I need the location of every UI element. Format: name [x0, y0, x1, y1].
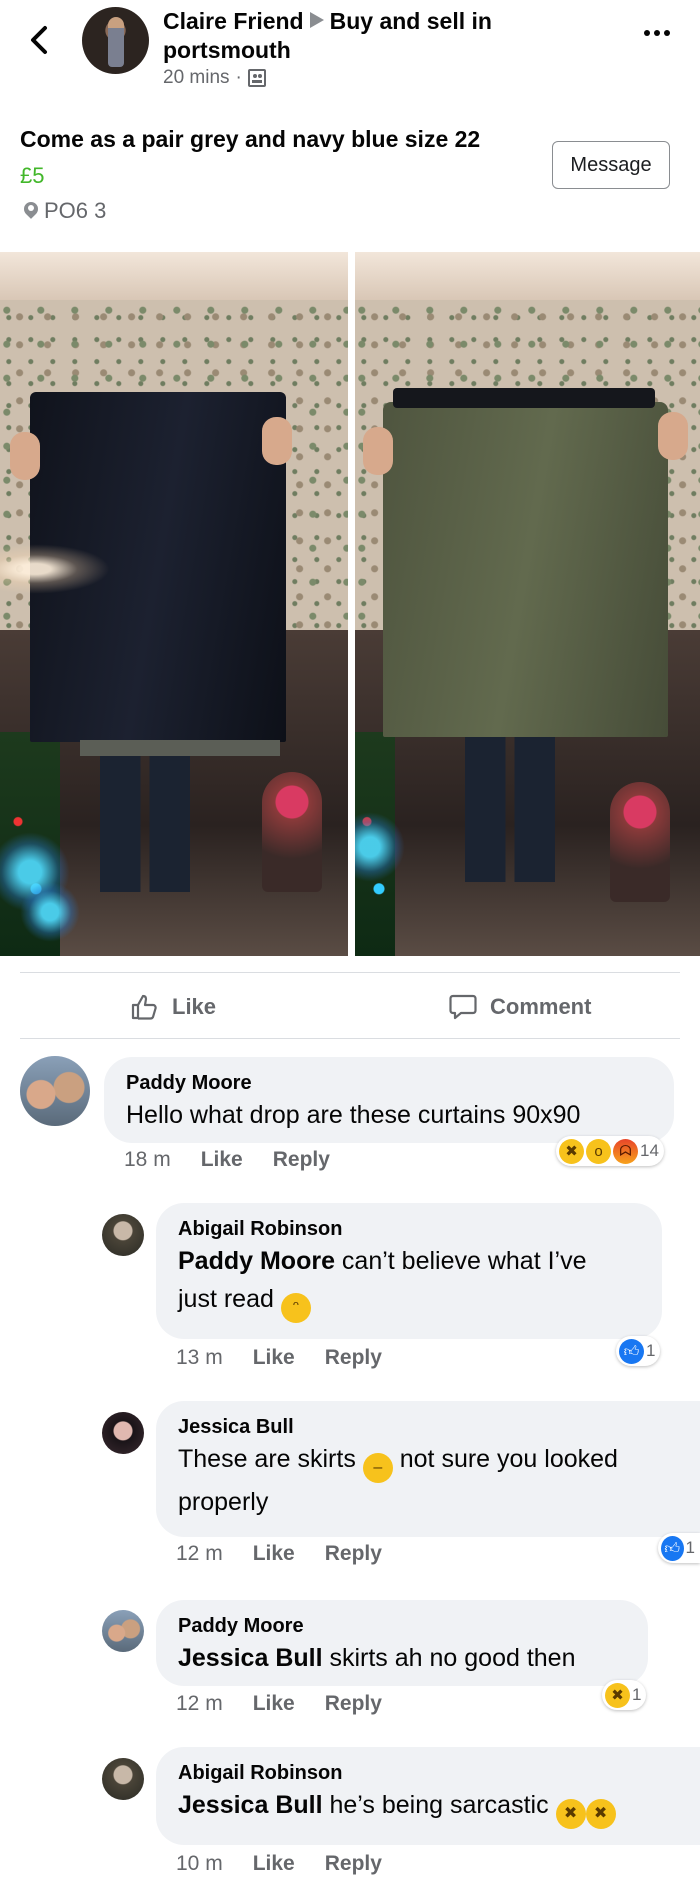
comment-meta: 12 m Like Reply — [176, 1692, 382, 1716]
post-header: Claire Friend Buy and sell in portsmouth … — [0, 0, 700, 110]
comment-bubble: Abigail Robinson Jessica Bull he’s being… — [156, 1747, 700, 1845]
comment-bubble: Jessica Bull These are skirts – not sure… — [156, 1401, 700, 1537]
commenter-avatar[interactable] — [20, 1056, 90, 1126]
comment-reply-button[interactable]: Reply — [325, 1346, 382, 1370]
commenter-avatar[interactable] — [102, 1610, 144, 1652]
laugh-emoji-icon: ✖ — [605, 1682, 630, 1708]
reaction-summary[interactable]: 👍︎ 1 — [658, 1533, 700, 1563]
reaction-summary[interactable]: ✖ 1 — [602, 1680, 647, 1710]
reaction-count: 1 — [632, 1685, 642, 1704]
comment-reply-button[interactable]: Reply — [325, 1692, 382, 1716]
poster-avatar[interactable] — [82, 7, 149, 74]
dot-icon — [644, 30, 650, 36]
comment-time: 13 m — [176, 1346, 223, 1369]
comment-time: 12 m — [176, 1542, 223, 1565]
comment-meta: 18 m Like Reply — [124, 1148, 330, 1172]
comment-like-button[interactable]: Like — [253, 1692, 295, 1716]
comment-meta: 10 m Like Reply — [176, 1852, 382, 1876]
comment-author[interactable]: Jessica Bull — [178, 1414, 678, 1440]
comment-author[interactable]: Abigail Robinson — [178, 1216, 640, 1242]
dot-icon — [654, 30, 660, 36]
listing-title: Come as a pair grey and navy blue size 2… — [20, 126, 481, 152]
comment-time: 12 m — [176, 1692, 223, 1715]
triangle-right-icon — [309, 12, 324, 28]
photo-navy-skirt[interactable] — [0, 252, 348, 956]
commenter-avatar[interactable] — [102, 1412, 144, 1454]
back-button[interactable] — [24, 22, 54, 58]
speech-bubble-icon — [449, 994, 477, 1020]
comment-author[interactable]: Paddy Moore — [126, 1070, 652, 1096]
mention-link[interactable]: Jessica Bull — [178, 1791, 323, 1819]
comment-text: just read ᵔ — [178, 1280, 640, 1323]
listing-photos — [0, 252, 700, 956]
comment-text: Hello what drop are these curtains 90x90 — [126, 1101, 581, 1129]
like-label: Like — [172, 994, 217, 1019]
comment-meta: 13 m Like Reply — [176, 1346, 382, 1370]
mention-link[interactable]: Paddy Moore — [178, 1247, 335, 1275]
photo-grey-skirt[interactable] — [355, 252, 700, 956]
comment-text: Paddy Moore can’t believe what I’ve — [178, 1247, 587, 1275]
reaction-count: 14 — [640, 1141, 659, 1160]
divider — [20, 1038, 680, 1039]
comment-bubble: Abigail Robinson Paddy Moore can’t belie… — [156, 1203, 662, 1339]
comment-reply-button[interactable]: Reply — [325, 1542, 382, 1566]
poster-name[interactable]: Claire Friend — [163, 8, 304, 34]
comment-label: Comment — [490, 994, 592, 1019]
commenter-avatar[interactable] — [102, 1758, 144, 1800]
comment-like-button[interactable]: Like — [201, 1148, 243, 1172]
message-button[interactable]: Message — [552, 141, 670, 189]
post-title-line: Claire Friend Buy and sell in portsmouth — [163, 7, 623, 65]
location-text: PO6 3 — [44, 198, 107, 223]
reaction-count: 1 — [646, 1341, 656, 1360]
comment-author[interactable]: Abigail Robinson — [178, 1760, 678, 1786]
listing-location: PO6 3 — [24, 198, 106, 224]
commenter-avatar[interactable] — [102, 1214, 144, 1256]
chevron-left-icon — [31, 26, 47, 54]
comment-like-button[interactable]: Like — [253, 1346, 295, 1370]
like-button[interactable]: Like — [130, 990, 216, 1024]
comment-time: 10 m — [176, 1852, 223, 1875]
comment-reply-button[interactable]: Reply — [273, 1148, 330, 1172]
reaction-summary[interactable]: 👍︎ 1 — [616, 1336, 661, 1366]
mention-link[interactable]: Jessica Bull — [178, 1644, 323, 1672]
comment-text: Jessica Bull he’s being sarcastic ✖ ✖ — [178, 1786, 678, 1829]
post-time[interactable]: 20 mins — [163, 67, 230, 89]
comment-bubble: Paddy Moore Hello what drop are these cu… — [104, 1057, 674, 1143]
dot-icon — [664, 30, 670, 36]
comment-text: Jessica Bull skirts ah no good then — [178, 1644, 576, 1672]
divider — [20, 972, 680, 973]
expressionless-face-emoji-icon: – — [362, 1453, 393, 1483]
comment-reply-button[interactable]: Reply — [325, 1852, 382, 1876]
comment-bubble: Paddy Moore Jessica Bull skirts ah no go… — [156, 1600, 648, 1686]
comment-like-button[interactable]: Like — [253, 1542, 295, 1566]
laugh-emoji-icon: ✖ — [559, 1138, 584, 1164]
comment-text: properly — [178, 1488, 269, 1516]
tears-of-joy-emoji-icon: ✖ — [555, 1799, 586, 1829]
group-privacy-icon — [247, 69, 266, 87]
comment-time: 18 m — [124, 1148, 171, 1171]
comment-like-button[interactable]: Like — [253, 1852, 295, 1876]
wow-emoji-icon: o — [586, 1138, 611, 1164]
listing-price: £5 — [20, 163, 45, 188]
thumbs-up-emoji-icon: 👍︎ — [661, 1535, 684, 1561]
rofl-emoji-icon: ✖ — [585, 1799, 616, 1829]
post-meta: 20 mins · — [163, 67, 266, 89]
location-pin-icon — [24, 202, 38, 220]
comment-meta: 12 m Like Reply — [176, 1542, 382, 1566]
thumbs-up-icon — [131, 994, 157, 1020]
thumbs-up-emoji-icon: 👍︎ — [619, 1338, 644, 1364]
more-options-button[interactable] — [644, 30, 670, 36]
meta-separator: · — [235, 67, 242, 88]
comment-text: These are skirts – not sure you looked — [178, 1440, 678, 1483]
weary-face-emoji-icon: ᵔ — [280, 1293, 311, 1323]
reaction-summary[interactable]: ✖ o ᗣ 14 — [556, 1136, 664, 1166]
reaction-count: 1 — [685, 1538, 695, 1557]
comment-button[interactable]: Comment — [448, 990, 591, 1024]
angry-emoji-icon: ᗣ — [613, 1138, 638, 1164]
comment-author[interactable]: Paddy Moore — [178, 1613, 626, 1639]
